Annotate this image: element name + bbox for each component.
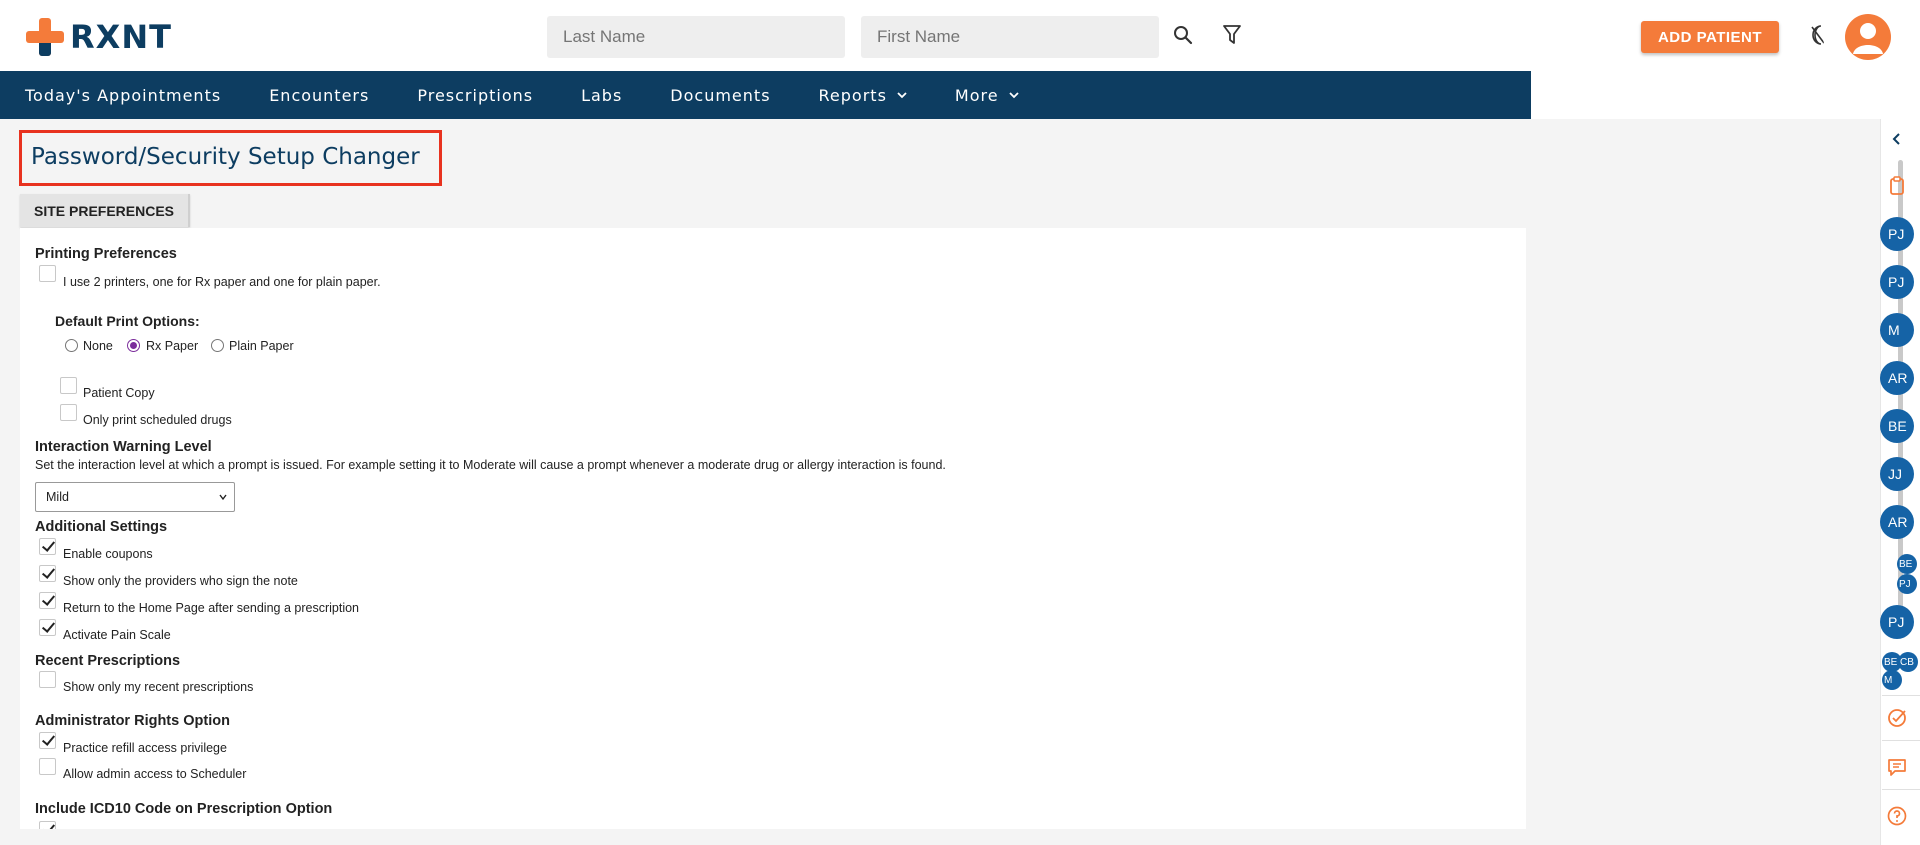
scheduled-drugs-checkbox[interactable] — [60, 404, 77, 421]
patient-copy-checkbox[interactable] — [60, 377, 77, 394]
rail-divider — [1882, 695, 1920, 696]
nav-reports[interactable]: Reports — [819, 86, 907, 105]
enable-coupons-checkbox[interactable] — [39, 538, 56, 555]
nav-encounters[interactable]: Encounters — [269, 86, 369, 105]
show-signing-providers-checkbox[interactable] — [39, 565, 56, 582]
rail-bubble[interactable]: AR — [1880, 505, 1914, 539]
admin-rights-heading: Administrator Rights Option — [35, 713, 230, 729]
rail-bubble[interactable]: M — [1880, 313, 1914, 347]
return-home-checkbox[interactable] — [39, 592, 56, 609]
print-option-rx-paper-label: Rx Paper — [146, 339, 199, 353]
two-printers-label: I use 2 printers, one for Rx paper and o… — [63, 275, 381, 289]
chevron-down-icon — [897, 92, 907, 99]
chevron-down-icon — [219, 494, 227, 501]
filter-icon[interactable] — [1219, 22, 1245, 48]
print-option-none-radio[interactable] — [65, 339, 78, 352]
icd10-checkbox[interactable] — [39, 821, 56, 829]
nav-label: Labs — [581, 85, 623, 105]
nav-labs[interactable]: Labs — [581, 86, 622, 105]
print-option-rx-paper-radio[interactable] — [127, 339, 140, 352]
rail-chat-icon[interactable] — [1886, 756, 1908, 778]
rail-bubble-small[interactable]: BE — [1897, 554, 1917, 574]
rail-bubble[interactable]: AR — [1880, 361, 1914, 395]
printing-preferences-heading: Printing Preferences — [35, 246, 177, 262]
nav-prescriptions[interactable]: Prescriptions — [417, 86, 533, 105]
rail-bubble[interactable]: PJ — [1880, 605, 1914, 639]
rail-bubble-small[interactable]: M — [1882, 670, 1902, 690]
print-option-plain-paper-label: Plain Paper — [229, 339, 294, 353]
user-avatar[interactable] — [1845, 14, 1891, 60]
rail-bubble[interactable]: JJ — [1880, 457, 1914, 491]
print-option-none-label: None — [83, 339, 113, 353]
add-patient-button[interactable]: ADD PATIENT — [1641, 21, 1779, 53]
refill-access-checkbox[interactable] — [39, 732, 56, 749]
interaction-warning-description: Set the interaction level at which a pro… — [35, 458, 946, 472]
patient-copy-label: Patient Copy — [83, 386, 155, 400]
print-option-plain-paper-radio[interactable] — [211, 339, 224, 352]
search-icon[interactable] — [1170, 22, 1196, 48]
nav-label: Reports — [818, 85, 887, 105]
main-content: Password/Security Setup Changer SITE PRE… — [0, 119, 1890, 845]
interaction-level-select[interactable]: Mild — [35, 482, 235, 512]
scheduled-drugs-label: Only print scheduled drugs — [83, 413, 232, 427]
first-name-input[interactable] — [861, 16, 1159, 58]
nav-more[interactable]: More — [955, 86, 1019, 105]
pain-scale-checkbox[interactable] — [39, 619, 56, 636]
last-name-input[interactable] — [547, 16, 845, 58]
interaction-warning-heading: Interaction Warning Level — [35, 439, 212, 455]
chevron-down-icon — [1008, 92, 1019, 99]
site-preferences-panel: Printing Preferences I use 2 printers, o… — [20, 228, 1526, 829]
rail-bubble-small[interactable]: PJ — [1897, 574, 1917, 594]
main-nav: Today's Appointments Encounters Prescrip… — [0, 71, 1531, 119]
rail-bubble-small[interactable]: CB — [1898, 652, 1918, 672]
logo-cross-icon — [26, 18, 64, 56]
nav-label: Encounters — [269, 85, 370, 105]
nav-label: Documents — [670, 85, 771, 105]
default-print-options-heading: Default Print Options: — [55, 313, 200, 329]
scheduler-access-label: Allow admin access to Scheduler — [63, 767, 247, 781]
two-printers-checkbox[interactable] — [39, 265, 56, 282]
collapse-rail-icon[interactable] — [1890, 132, 1904, 154]
recent-prescriptions-heading: Recent Prescriptions — [35, 653, 181, 669]
interaction-level-value: Mild — [46, 490, 69, 504]
refill-access-label: Practice refill access privilege — [63, 741, 227, 755]
rail-bubble[interactable]: PJ — [1880, 265, 1914, 299]
rail-divider — [1882, 789, 1920, 790]
rail-clipboard-icon[interactable] — [1886, 175, 1908, 197]
recent-prescriptions-checkbox[interactable] — [39, 671, 56, 688]
rxnt-logo[interactable]: RXNT — [26, 18, 172, 56]
recent-prescriptions-label: Show only my recent prescriptions — [63, 680, 254, 694]
nav-label: Prescriptions — [417, 85, 534, 105]
logo-text: RXNT — [70, 18, 172, 56]
rail-task-check-icon[interactable] — [1886, 707, 1908, 729]
nav-documents[interactable]: Documents — [670, 86, 770, 105]
nav-label: Today's Appointments — [25, 85, 222, 105]
icd10-heading: Include ICD10 Code on Prescription Optio… — [35, 801, 333, 817]
pain-scale-label: Activate Pain Scale — [63, 628, 171, 642]
tab-site-preferences[interactable]: SITE PREFERENCES — [20, 194, 190, 227]
rail-help-icon[interactable] — [1886, 805, 1908, 827]
additional-settings-heading: Additional Settings — [35, 519, 168, 535]
rail-divider — [1882, 740, 1920, 741]
show-signing-providers-label: Show only the providers who sign the not… — [63, 574, 298, 588]
page-title: Password/Security Setup Changer — [31, 144, 420, 170]
top-header: RXNT ADD PATIENT — [0, 0, 1920, 80]
rail-bubble[interactable]: BE — [1880, 409, 1914, 443]
enable-coupons-label: Enable coupons — [63, 547, 153, 561]
nav-label: More — [954, 85, 999, 105]
rail-bubble[interactable]: PJ — [1880, 217, 1914, 251]
nav-todays-appointments[interactable]: Today's Appointments — [25, 86, 221, 105]
return-home-label: Return to the Home Page after sending a … — [63, 601, 360, 615]
scheduler-access-checkbox[interactable] — [39, 758, 56, 775]
page-title-highlight: Password/Security Setup Changer — [19, 130, 442, 186]
